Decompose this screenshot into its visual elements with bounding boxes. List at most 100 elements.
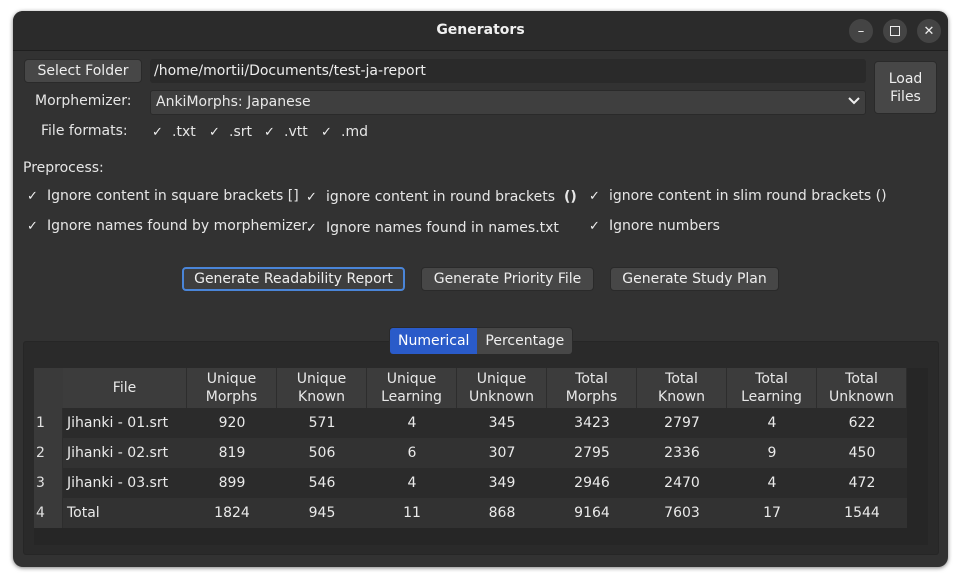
value-cell[interactable]: 945 bbox=[277, 498, 367, 528]
value-cell[interactable]: 6 bbox=[367, 438, 457, 468]
format-txt-checkbox[interactable]: ✓ .txt bbox=[151, 124, 196, 140]
readability-table: File Unique Morphs Unique Known Unique Learnin… bbox=[34, 368, 928, 545]
column-header[interactable]: Total Known bbox=[637, 368, 727, 408]
check-icon: ✓ bbox=[27, 188, 38, 204]
value-cell[interactable]: 7603 bbox=[637, 498, 727, 528]
column-header[interactable]: Total Learning bbox=[727, 368, 817, 408]
value-cell[interactable]: 4 bbox=[367, 468, 457, 498]
row-number[interactable]: 3 bbox=[34, 468, 63, 498]
value-cell[interactable]: 9 bbox=[727, 438, 817, 468]
value-cell[interactable]: 4 bbox=[727, 468, 817, 498]
value-cell[interactable]: 9164 bbox=[547, 498, 637, 528]
value-cell[interactable]: 899 bbox=[187, 468, 277, 498]
ignore-square-brackets-label: Ignore content in square brackets [] bbox=[47, 188, 299, 204]
value-cell[interactable]: 622 bbox=[817, 408, 907, 438]
minimize-icon: – bbox=[857, 23, 865, 39]
check-icon: ✓ bbox=[152, 124, 163, 140]
column-header-label: Total Morphs bbox=[566, 370, 617, 406]
column-header-label: Total Learning bbox=[741, 370, 802, 406]
value-cell[interactable]: 450 bbox=[817, 438, 907, 468]
ignore-names-txt-label: Ignore names found in names.txt bbox=[326, 220, 559, 236]
value-cell[interactable]: 2470 bbox=[637, 468, 727, 498]
check-icon: ✓ bbox=[306, 189, 317, 205]
value-cell[interactable]: 307 bbox=[457, 438, 547, 468]
format-srt-checkbox[interactable]: ✓ .srt bbox=[208, 124, 252, 140]
folder-path-field[interactable]: /home/mortii/Documents/test-ja-report bbox=[150, 59, 866, 83]
column-header-label: Total Known bbox=[658, 370, 705, 406]
select-folder-button[interactable]: Select Folder bbox=[24, 59, 142, 83]
value-cell[interactable]: 472 bbox=[817, 468, 907, 498]
tab-numerical[interactable]: Numerical bbox=[390, 328, 478, 354]
value-cell[interactable]: 2797 bbox=[637, 408, 727, 438]
maximize-icon bbox=[890, 26, 900, 36]
row-number[interactable]: 4 bbox=[34, 498, 63, 528]
value-cell[interactable]: 819 bbox=[187, 438, 277, 468]
ignore-square-brackets-checkbox[interactable]: ✓ Ignore content in square brackets [] bbox=[26, 188, 299, 204]
column-header-line: Known bbox=[658, 389, 705, 405]
generate-priority-file-button[interactable]: Generate Priority File bbox=[421, 267, 594, 291]
value-cell[interactable]: 11 bbox=[367, 498, 457, 528]
column-header-line: Morphs bbox=[565, 389, 618, 405]
load-files-button[interactable]: Load Files bbox=[874, 61, 937, 114]
value-cell[interactable]: 3423 bbox=[547, 408, 637, 438]
column-header[interactable]: Total Morphs bbox=[547, 368, 637, 408]
format-txt-label: .txt bbox=[172, 124, 196, 140]
ignore-slim-round-brackets-checkbox[interactable]: ✓ ignore content in slim round brackets (… bbox=[588, 188, 887, 204]
format-md-checkbox[interactable]: ✓ .md bbox=[320, 124, 368, 140]
value-cell[interactable]: 17 bbox=[727, 498, 817, 528]
value-cell[interactable]: 2336 bbox=[637, 438, 727, 468]
file-cell[interactable]: Jihanki - 01.srt bbox=[63, 408, 187, 438]
column-header[interactable]: Unique Learning bbox=[367, 368, 457, 408]
column-header[interactable]: Total Unknown bbox=[817, 368, 907, 408]
value-cell[interactable]: 920 bbox=[187, 408, 277, 438]
ignore-round-brackets-checkbox[interactable]: ✓ ignore content in round brackets () bbox=[305, 189, 577, 205]
value-cell[interactable]: 1824 bbox=[187, 498, 277, 528]
window-title: Generators bbox=[436, 22, 525, 38]
column-header-label: Unique Known bbox=[297, 370, 346, 406]
column-header-label: Unique Unknown bbox=[469, 370, 534, 406]
generate-readability-report-button[interactable]: Generate Readability Report bbox=[182, 267, 405, 291]
column-header-label: Unique Learning bbox=[381, 370, 442, 406]
value-cell[interactable]: 349 bbox=[457, 468, 547, 498]
value-cell[interactable]: 345 bbox=[457, 408, 547, 438]
tab-percentage[interactable]: Percentage bbox=[477, 328, 573, 354]
value-cell[interactable]: 868 bbox=[457, 498, 547, 528]
value-cell[interactable]: 506 bbox=[277, 438, 367, 468]
row-number[interactable]: 1 bbox=[34, 408, 63, 438]
format-vtt-label: .vtt bbox=[284, 124, 308, 140]
check-icon: ✓ bbox=[264, 124, 275, 140]
file-cell[interactable]: Total bbox=[63, 498, 187, 528]
ignore-names-txt-checkbox[interactable]: ✓ Ignore names found in names.txt bbox=[305, 220, 559, 236]
row-number[interactable]: 2 bbox=[34, 438, 63, 468]
column-header[interactable]: File bbox=[63, 368, 187, 408]
format-md-label: .md bbox=[341, 124, 368, 140]
value-cell[interactable]: 4 bbox=[727, 408, 817, 438]
maximize-button[interactable] bbox=[883, 19, 907, 43]
value-cell[interactable]: 546 bbox=[277, 468, 367, 498]
value-cell[interactable]: 2946 bbox=[547, 468, 637, 498]
column-header-line: Unique bbox=[296, 371, 347, 387]
column-header[interactable]: Unique Unknown bbox=[457, 368, 547, 408]
ignore-numbers-checkbox[interactable]: ✓ Ignore numbers bbox=[588, 218, 720, 234]
value-cell[interactable]: 571 bbox=[277, 408, 367, 438]
column-header-line: Morphs bbox=[205, 389, 258, 405]
close-button[interactable]: ✕ bbox=[917, 19, 941, 43]
generators-window: Generators – ✕ Select Folder /home/morti… bbox=[13, 11, 948, 567]
morphemizer-select[interactable]: AnkiMorphs: Japanese bbox=[150, 90, 866, 115]
check-icon: ✓ bbox=[589, 218, 600, 234]
column-header[interactable]: Unique Morphs bbox=[187, 368, 277, 408]
format-vtt-checkbox[interactable]: ✓ .vtt bbox=[263, 124, 308, 140]
value-cell[interactable]: 4 bbox=[367, 408, 457, 438]
minimize-button[interactable]: – bbox=[849, 19, 873, 43]
value-cell[interactable]: 2795 bbox=[547, 438, 637, 468]
column-header-line: Unique bbox=[386, 371, 437, 387]
view-tabs: Numerical Percentage bbox=[389, 327, 574, 355]
ignore-morphemizer-names-checkbox[interactable]: ✓ Ignore names found by morphemizer bbox=[26, 218, 307, 234]
value-cell[interactable]: 1544 bbox=[817, 498, 907, 528]
file-cell[interactable]: Jihanki - 02.srt bbox=[63, 438, 187, 468]
generate-study-plan-button[interactable]: Generate Study Plan bbox=[610, 267, 779, 291]
column-header[interactable]: Unique Known bbox=[277, 368, 367, 408]
check-icon: ✓ bbox=[589, 188, 600, 204]
file-cell[interactable]: Jihanki - 03.srt bbox=[63, 468, 187, 498]
table-corner bbox=[34, 368, 64, 408]
